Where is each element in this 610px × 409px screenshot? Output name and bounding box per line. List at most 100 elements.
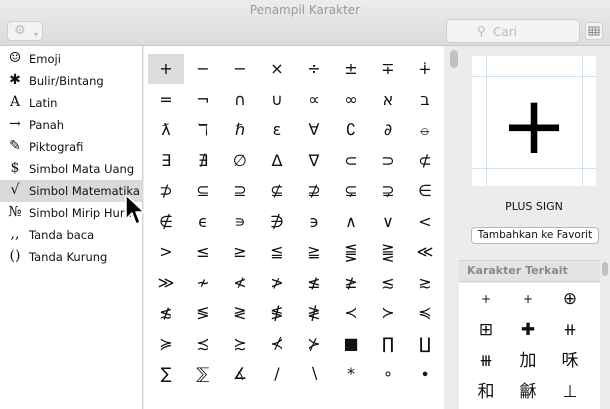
character-cell[interactable]: ℏ <box>222 115 258 145</box>
character-cell[interactable]: ϵ <box>185 207 221 237</box>
related-character-cell[interactable]: 加 <box>508 347 548 375</box>
search-field[interactable]: ⚲ Cari <box>446 19 580 43</box>
character-cell[interactable]: ∨ <box>370 207 406 237</box>
character-cell[interactable]: ≿ <box>222 329 258 359</box>
character-cell[interactable]: ∘ <box>370 359 406 389</box>
character-cell[interactable]: ⊀ <box>259 329 295 359</box>
character-cell[interactable]: ∈ <box>407 176 443 206</box>
character-cell[interactable]: ⊄ <box>407 146 443 176</box>
character-cell[interactable]: ⊅ <box>148 176 184 206</box>
character-cell[interactable]: ∖ <box>296 359 332 389</box>
character-cell[interactable]: ≮ <box>222 268 258 298</box>
related-character-cell[interactable]: + <box>508 285 548 313</box>
character-cell[interactable]: ⪋ <box>333 237 369 267</box>
character-cell[interactable]: ∝ <box>296 85 332 115</box>
related-character-cell[interactable]: ⊕ <box>550 285 590 313</box>
character-cell[interactable]: ∁ <box>333 115 369 145</box>
character-cell[interactable]: ≼ <box>407 298 443 328</box>
related-character-cell[interactable]: ⊥ <box>550 378 590 406</box>
character-cell[interactable]: ⊈ <box>259 176 295 206</box>
character-cell[interactable]: ≲ <box>370 268 406 298</box>
character-cell[interactable]: ∪ <box>259 85 295 115</box>
sidebar-item[interactable]: $ Simbol Mata Uang <box>0 158 143 180</box>
character-cell[interactable]: ∩ <box>222 85 258 115</box>
character-cell[interactable]: ≳ <box>407 268 443 298</box>
related-character-cell[interactable]: 咊 <box>550 347 590 375</box>
character-cell[interactable]: א <box>370 85 406 115</box>
character-cell[interactable]: ⪌ <box>370 237 406 267</box>
character-cell[interactable]: ≺ <box>333 298 369 328</box>
character-cell[interactable]: ⊉ <box>296 176 332 206</box>
sidebar-item[interactable]: → Panah <box>0 114 143 136</box>
character-cell[interactable]: ⅀ <box>185 359 221 389</box>
sidebar-item[interactable]: () Tanda Kurung <box>0 246 143 268</box>
add-to-favorites-button[interactable]: Tambahkan ke Favorit <box>471 227 599 244</box>
character-cell[interactable]: ■ <box>333 329 369 359</box>
character-cell[interactable]: ⊃ <box>370 146 406 176</box>
related-scrollbar[interactable] <box>602 262 608 276</box>
character-cell[interactable]: ב <box>407 85 443 115</box>
character-cell[interactable]: − <box>185 54 221 84</box>
character-cell[interactable]: ⊇ <box>222 176 258 206</box>
character-cell[interactable]: ∂ <box>370 115 406 145</box>
character-cell[interactable]: ⊁ <box>296 329 332 359</box>
character-cell[interactable]: < <box>407 207 443 237</box>
related-character-cell[interactable]: 和 <box>466 378 506 406</box>
character-cell[interactable]: ∌ <box>259 207 295 237</box>
character-cell[interactable]: ∔ <box>407 54 443 84</box>
character-cell[interactable]: ≧ <box>296 237 332 267</box>
character-cell[interactable]: ∀ <box>296 115 332 145</box>
sidebar-item[interactable]: ✎ Piktografi <box>0 136 143 158</box>
character-cell[interactable]: ∃ <box>148 146 184 176</box>
character-cell[interactable]: ∧ <box>333 207 369 237</box>
character-cell[interactable]: ≱ <box>333 268 369 298</box>
character-cell[interactable]: ∡ <box>222 359 258 389</box>
character-cell[interactable]: ℸ <box>185 115 221 145</box>
character-cell[interactable]: ≸ <box>259 298 295 328</box>
character-cell[interactable]: ∑ <box>148 359 184 389</box>
view-toggle-button[interactable] <box>585 22 603 40</box>
character-cell[interactable]: ÷ <box>296 54 332 84</box>
related-character-cell[interactable]: ✚ <box>508 316 548 344</box>
character-cell[interactable]: ∅ <box>222 146 258 176</box>
character-cell[interactable]: ∞ <box>333 85 369 115</box>
character-cell[interactable]: ∆ <box>259 146 295 176</box>
related-character-cell[interactable]: + <box>466 285 506 313</box>
character-cell[interactable]: ⊊ <box>333 176 369 206</box>
character-cell[interactable]: > <box>148 237 184 267</box>
sidebar-item[interactable]: ,, Tanda baca <box>0 224 143 246</box>
sidebar-item[interactable]: A Latin <box>0 92 143 114</box>
character-cell[interactable]: − <box>222 54 258 84</box>
character-cell[interactable]: ∉ <box>148 207 184 237</box>
character-cell[interactable]: = <box>148 85 184 115</box>
related-character-cell[interactable]: 龢 <box>508 378 548 406</box>
character-cell[interactable]: ¬ <box>185 85 221 115</box>
character-cell[interactable]: ≯ <box>259 268 295 298</box>
character-cell[interactable]: ∇ <box>296 146 332 176</box>
related-character-cell[interactable]: ⧻ <box>466 347 506 375</box>
character-cell[interactable]: ƛ <box>148 115 184 145</box>
character-cell[interactable]: ⊋ <box>370 176 406 206</box>
character-cell[interactable]: ⦵ <box>407 115 443 145</box>
character-cell[interactable]: ≁ <box>185 268 221 298</box>
character-cell[interactable]: ≤ <box>185 237 221 267</box>
character-cell[interactable]: ⊂ <box>333 146 369 176</box>
character-cell[interactable]: ϶ <box>296 207 332 237</box>
character-cell[interactable]: ≰ <box>296 268 332 298</box>
character-cell[interactable]: ∏ <box>370 329 406 359</box>
character-cell[interactable]: ≫ <box>148 268 184 298</box>
character-cell[interactable]: × <box>259 54 295 84</box>
character-cell[interactable]: ∙ <box>407 359 443 389</box>
character-cell[interactable]: ≽ <box>148 329 184 359</box>
character-cell[interactable]: ≦ <box>259 237 295 267</box>
character-cell[interactable]: ± <box>333 54 369 84</box>
character-cell[interactable]: ≪ <box>407 237 443 267</box>
character-cell[interactable]: ɛ <box>259 115 295 145</box>
character-cell[interactable]: ∄ <box>185 146 221 176</box>
character-cell[interactable]: ≴ <box>148 298 184 328</box>
character-cell[interactable]: / <box>259 359 295 389</box>
character-cell[interactable]: ≹ <box>296 298 332 328</box>
character-cell[interactable]: ≾ <box>185 329 221 359</box>
sidebar-item[interactable]: ✱ Bulir/Bintang <box>0 70 143 92</box>
character-cell[interactable]: ∍ <box>222 207 258 237</box>
